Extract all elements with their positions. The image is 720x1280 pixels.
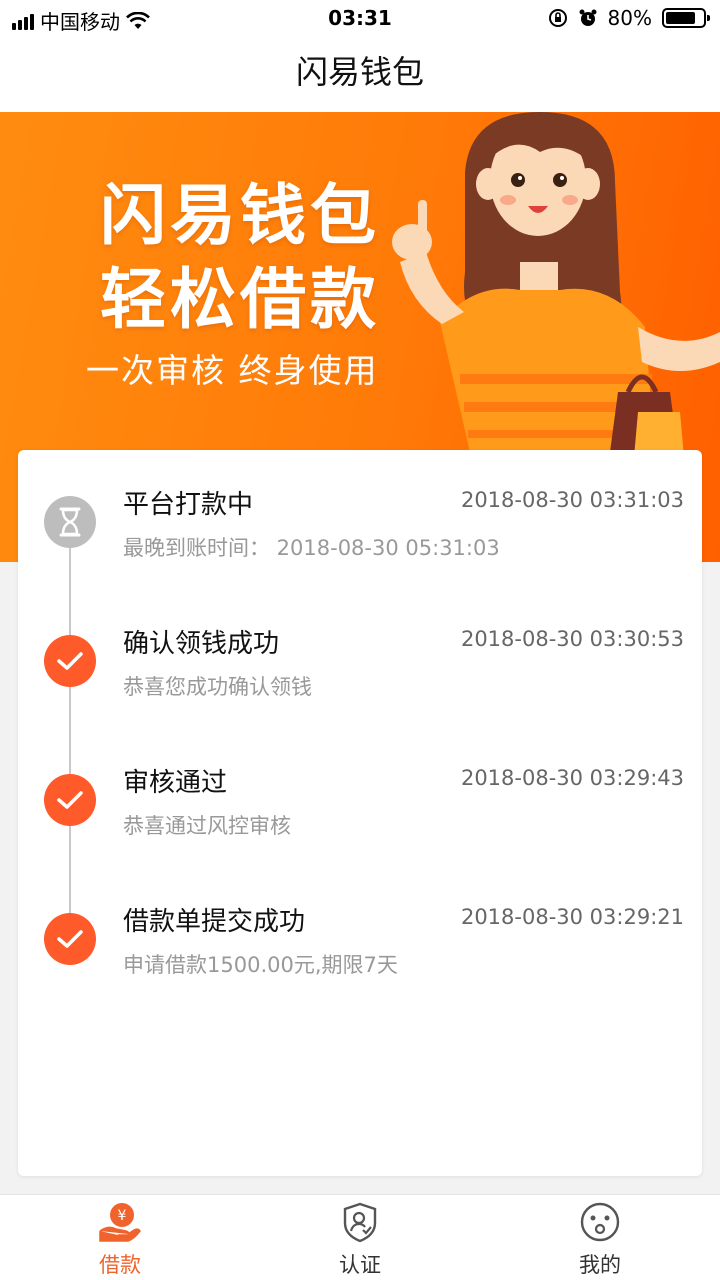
nav-bar: 闪易钱包: [0, 36, 720, 112]
hourglass-icon: [44, 496, 96, 548]
step-time: 2018-08-30 03:29:43: [460, 766, 684, 790]
step-time: 2018-08-30 03:30:53: [460, 627, 684, 651]
step-description: 恭喜您成功确认领钱: [123, 675, 312, 699]
step-description: 申请借款1500.00元,期限7天: [123, 953, 398, 977]
step-title: 确认领钱成功: [123, 629, 280, 659]
page-title: 闪易钱包: [295, 53, 424, 91]
step-description: 最晚到账时间： 2018-08-30 05:31:03: [123, 536, 500, 560]
timeline-step-approved: 审核通过 2018-08-30 03:29:43 恭喜通过风控审核: [18, 762, 702, 872]
svg-text:¥: ¥: [118, 1208, 127, 1224]
timeline-step-confirmed: 确认领钱成功 2018-08-30 03:30:53 恭喜您成功确认领钱: [18, 623, 702, 733]
check-icon: [44, 774, 96, 826]
step-title: 借款单提交成功: [123, 907, 306, 937]
step-time: 2018-08-30 03:31:03: [460, 488, 684, 512]
alarm-icon: [579, 9, 597, 26]
check-icon: [44, 913, 96, 965]
banner-headline-line2: 轻松借款: [100, 261, 380, 338]
banner-headline: 闪易钱包 轻松借款: [100, 174, 380, 342]
shield-user-icon: [343, 1202, 377, 1243]
face-icon: [580, 1202, 620, 1242]
loan-hand-icon: ¥: [99, 1203, 141, 1242]
loan-status-card: 平台打款中 2018-08-30 03:31:03 最晚到账时间： 2018-0…: [18, 450, 702, 1176]
step-description: 恭喜通过风控审核: [123, 814, 291, 838]
rotation-lock-icon: [548, 9, 567, 27]
tab-mine-label: 我的: [579, 1253, 621, 1277]
banner-headline-line1: 闪易钱包: [100, 177, 380, 254]
timeline-step-transfering: 平台打款中 2018-08-30 03:31:03 最晚到账时间： 2018-0…: [18, 484, 702, 594]
battery-icon: [662, 8, 710, 28]
status-bar: 中国移动 03:31 80%: [0, 0, 720, 36]
tab-verification[interactable]: 认证: [290, 1201, 430, 1279]
tab-verification-label: 认证: [339, 1253, 381, 1277]
bottom-tab-bar: ¥ 借款 认证 我的: [0, 1194, 720, 1280]
tab-loan-label: 借款: [99, 1253, 141, 1277]
tab-mine[interactable]: 我的: [530, 1201, 670, 1279]
step-title: 平台打款中: [123, 490, 254, 520]
timeline-step-submitted: 借款单提交成功 2018-08-30 03:29:21 申请借款1500.00元…: [18, 901, 702, 1011]
banner-tagline: 一次审核 终身使用: [86, 351, 379, 390]
check-icon: [44, 635, 96, 687]
tab-loan[interactable]: ¥ 借款: [50, 1201, 190, 1279]
battery-percent: 80%: [607, 6, 652, 30]
step-time: 2018-08-30 03:29:21: [460, 905, 684, 929]
step-title: 审核通过: [123, 768, 228, 798]
